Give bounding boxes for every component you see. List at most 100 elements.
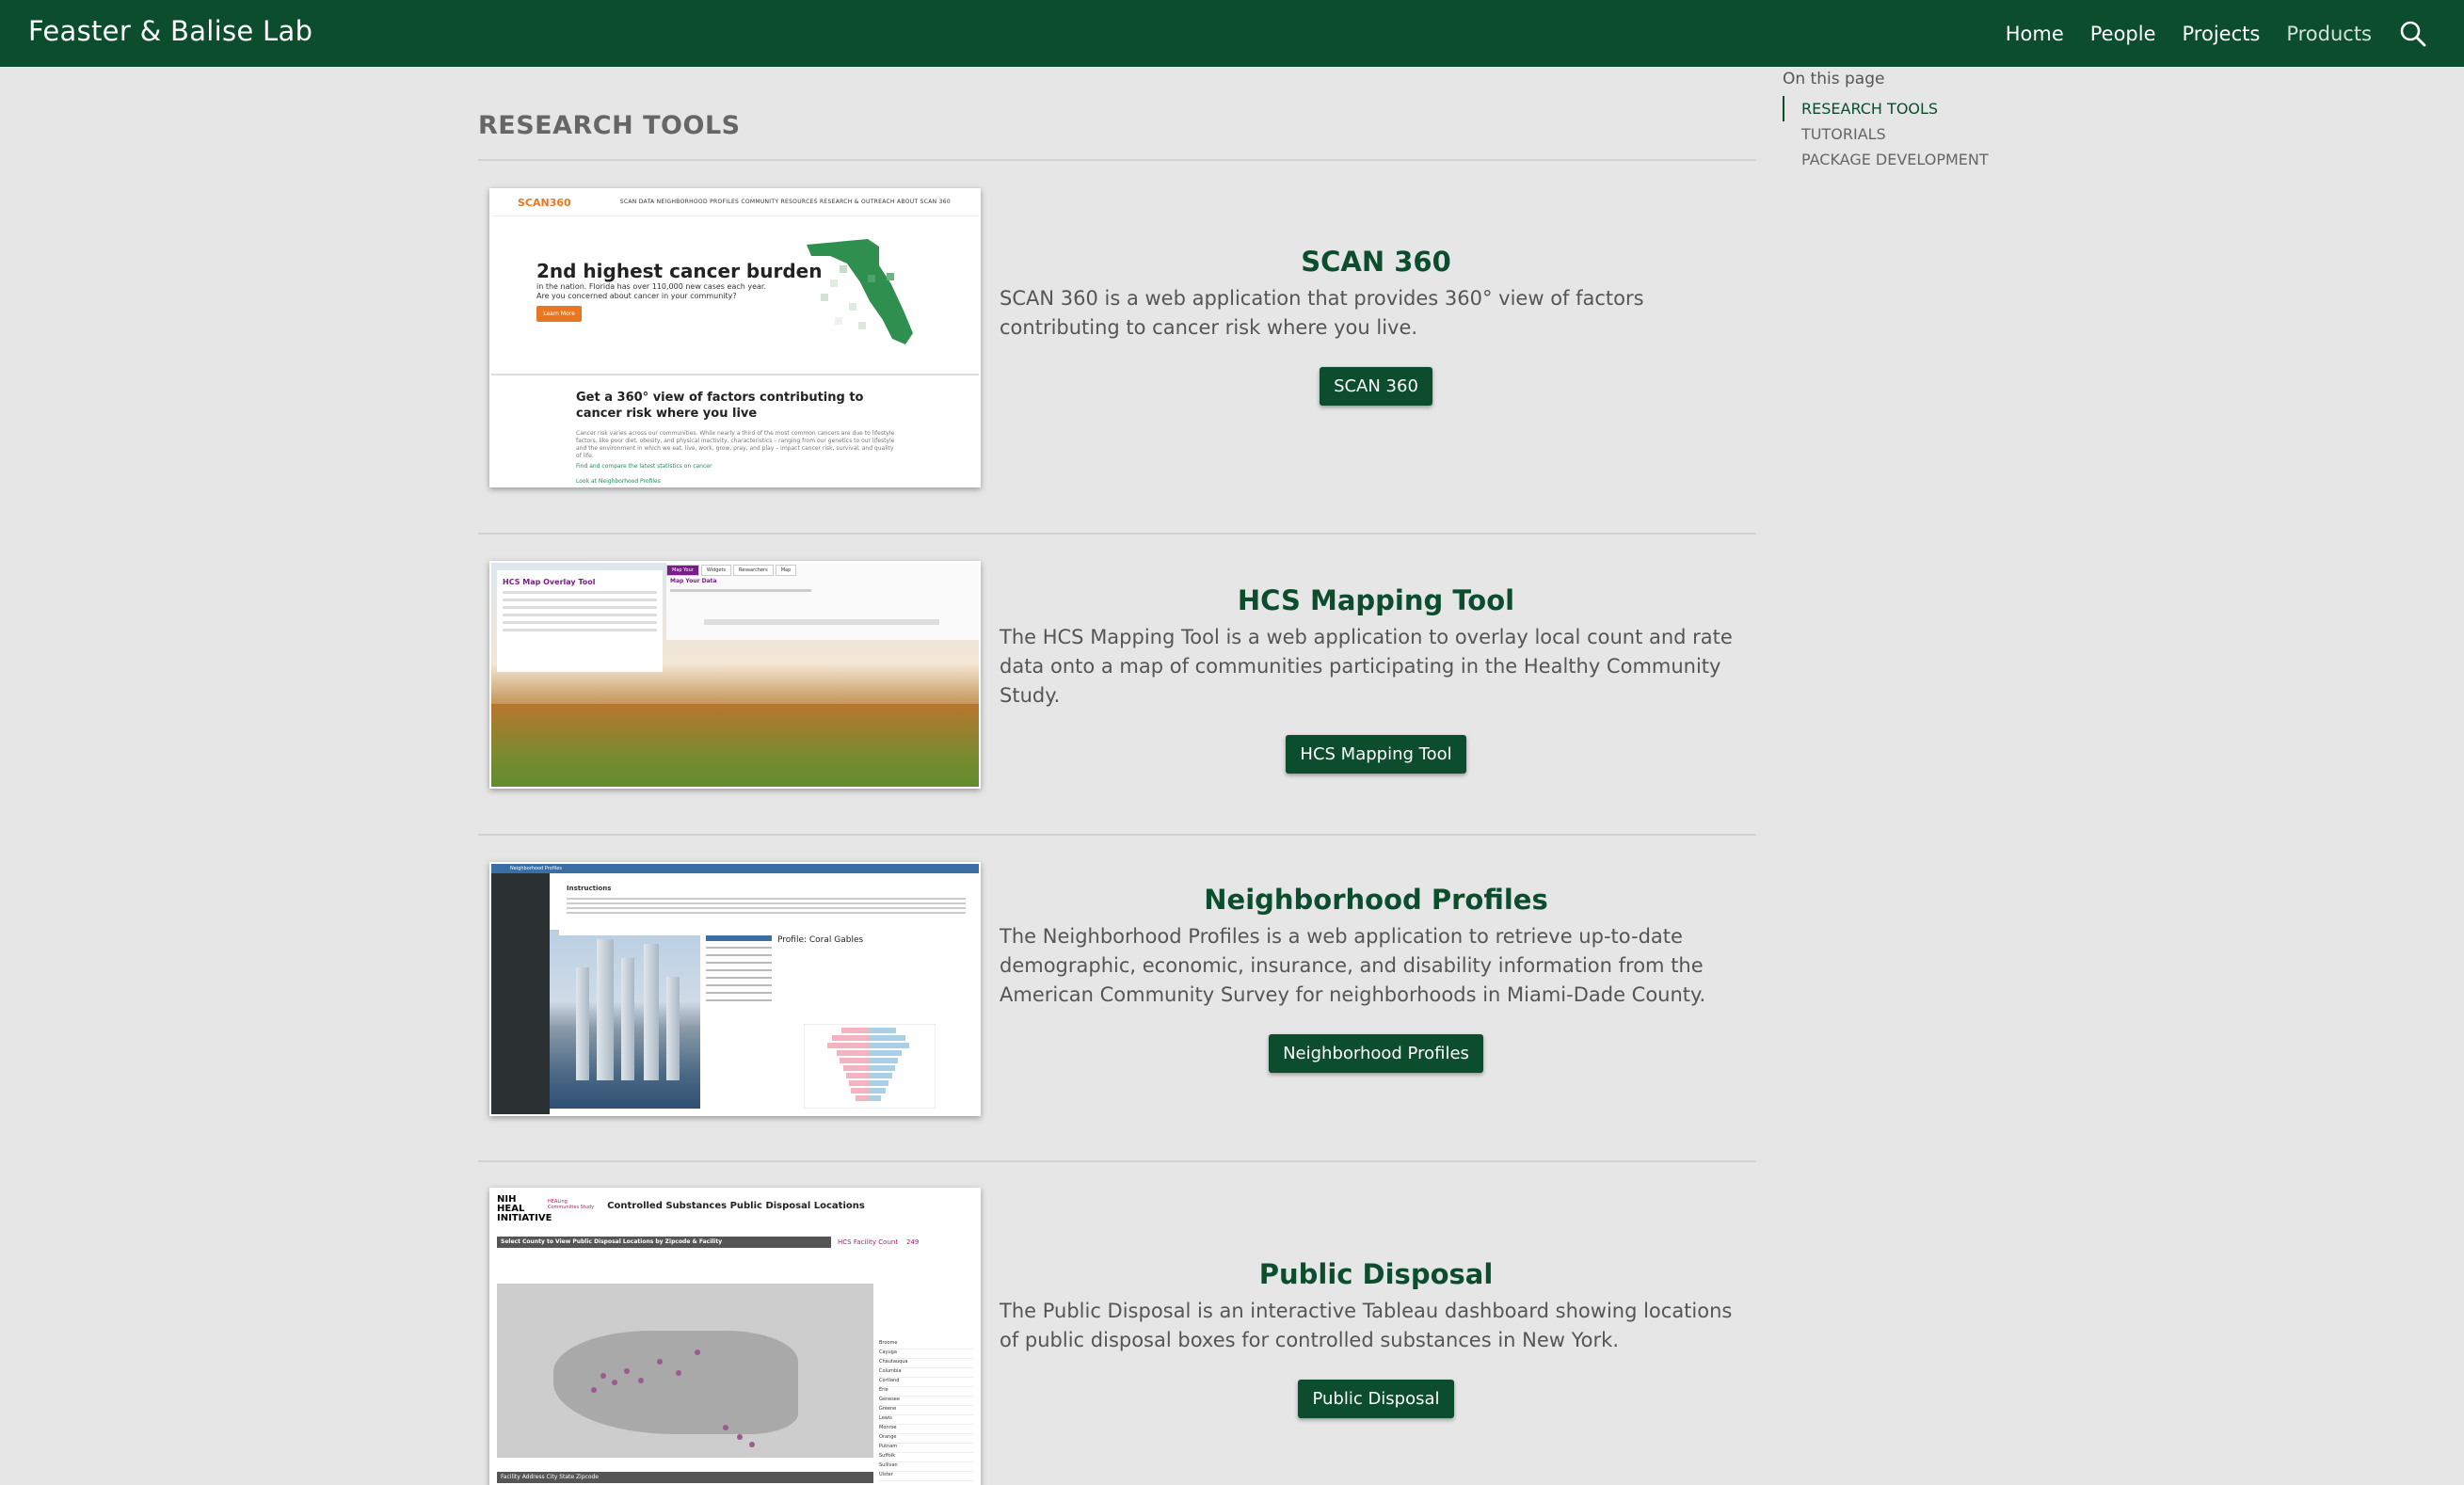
map-dot	[600, 1373, 606, 1379]
hcs-card-body: HCS Mapping Tool The HCS Mapping Tool is…	[1000, 583, 1752, 774]
nav-products-link[interactable]: Products	[2286, 23, 2372, 45]
site-brand-link[interactable]: Feaster & Balise Lab	[28, 15, 312, 47]
thumb-nav-links: SCAN DATA NEIGHBORHOOD PROFILES COMMUNIT…	[619, 199, 951, 205]
thumb-map-header: Map Your Data	[670, 578, 717, 584]
thumb-line	[706, 947, 772, 949]
county-row: Erie	[879, 1387, 973, 1397]
thumb-line	[503, 606, 657, 609]
thumb-header: NIH HEAL INITIATIVE HEALing Communities …	[491, 1190, 979, 1231]
county-row: Chautauqua	[879, 1359, 973, 1368]
neighborhood-card-body: Neighborhood Profiles The Neighborhood P…	[1000, 883, 1752, 1073]
hcs-mapping-screenshot[interactable]: Map Your Data Map Your Widgets Researche…	[489, 561, 981, 789]
map-dot	[723, 1425, 728, 1430]
county-row: Cayuga	[879, 1349, 973, 1359]
neighborhood-profiles-screenshot[interactable]: Neighborhood Profiles Instructions Profi…	[489, 862, 981, 1116]
toc-item-package-development[interactable]: PACKAGE DEVELOPMENT	[1784, 147, 1989, 172]
thumb-line	[706, 954, 772, 956]
thumb-line	[706, 977, 772, 979]
thumb-nav: SCAN360 SCAN DATA NEIGHBORHOOD PROFILES …	[491, 190, 979, 216]
county-row: Suffolk	[879, 1453, 973, 1462]
map-dot	[624, 1368, 630, 1374]
thumb-instructions-title: Instructions	[567, 885, 612, 892]
thumb-tab: Map Your	[666, 565, 699, 576]
thumb-line	[567, 912, 966, 914]
tool-card-neighborhood-profiles: Neighborhood Profiles Instructions Profi…	[478, 862, 1756, 1118]
thumb-tower	[576, 967, 589, 1080]
map-dot	[612, 1380, 617, 1385]
county-row: Lewis	[879, 1415, 973, 1425]
thumb-table-header: Facility Address City State Zipcode	[497, 1472, 873, 1483]
tool-card-scan360: SCAN360 SCAN DATA NEIGHBORHOOD PROFILES …	[478, 186, 1756, 489]
nav-projects-link[interactable]: Projects	[2183, 23, 2261, 45]
thumb-count-label: HCS Facility Count	[838, 1238, 899, 1246]
population-pyramid-graphic	[804, 1024, 936, 1109]
top-navbar: Feaster & Balise Lab Home People Project…	[0, 0, 2464, 67]
thumb-select-bar: Select County to View Public Disposal Lo…	[497, 1237, 831, 1248]
tool-title: Public Disposal	[1258, 1258, 1494, 1290]
nih-heal-logo: NIH HEAL INITIATIVE	[497, 1194, 552, 1223]
thumb-profile-title: Profile: Coral Gables	[777, 935, 864, 945]
map-dot	[737, 1434, 743, 1440]
section-divider	[478, 159, 1756, 161]
map-dot	[591, 1387, 597, 1393]
public-disposal-card-body: Public Disposal The Public Disposal is a…	[1000, 1257, 1752, 1418]
thumb-tab: Widgets	[700, 565, 732, 576]
tool-description: The Neighborhood Profiles is a web appli…	[1000, 925, 1706, 1006]
thumb-line	[567, 907, 966, 909]
toc-title: On this page	[1783, 70, 1885, 88]
thumb-line	[503, 629, 657, 631]
thumb-line	[567, 898, 966, 900]
thumb-tower	[621, 958, 634, 1080]
county-row: Monroe	[879, 1425, 973, 1434]
county-row: Cortland	[879, 1378, 973, 1387]
toc-item-tutorials[interactable]: TUTORIALS	[1784, 121, 1989, 147]
thumb-body: Cancer risk varies across our communitie…	[576, 430, 895, 459]
card-divider	[478, 834, 1756, 836]
county-row: Greene	[879, 1406, 973, 1415]
thumb-headline: 2nd highest cancer burden	[536, 260, 823, 282]
county-row: Putnam	[879, 1444, 973, 1453]
thumb-line	[706, 935, 772, 941]
toc-list: RESEARCH TOOLS TUTORIALS PACKAGE DEVELOP…	[1783, 96, 1989, 172]
tool-card-hcs-mapping: Map Your Data Map Your Widgets Researche…	[478, 561, 1756, 790]
thumb-tabs: Map Your Widgets Researchers Map	[666, 565, 798, 576]
hcs-mapping-button[interactable]: HCS Mapping Tool	[1286, 735, 1466, 774]
search-icon[interactable]	[2398, 19, 2428, 49]
tool-description: The Public Disposal is an interactive Ta…	[1000, 1300, 1733, 1351]
county-row: Columbia	[879, 1368, 973, 1378]
thumb-line	[503, 599, 657, 601]
map-dot	[638, 1378, 644, 1383]
nav-people-link[interactable]: People	[2090, 23, 2156, 45]
landscape-hills	[491, 704, 979, 787]
public-disposal-screenshot[interactable]: NIH HEAL INITIATIVE HEALing Communities …	[489, 1188, 981, 1485]
card-divider	[478, 1160, 1756, 1162]
thumb-line	[503, 614, 657, 616]
county-row: Sullivan	[879, 1462, 973, 1472]
scan360-screenshot[interactable]: SCAN360 SCAN DATA NEIGHBORHOOD PROFILES …	[489, 188, 981, 487]
section-title: RESEARCH TOOLS	[478, 111, 741, 140]
toc-item-research-tools[interactable]: RESEARCH TOOLS	[1783, 96, 1989, 121]
thumb-line	[706, 984, 772, 986]
map-dot	[676, 1370, 681, 1376]
tool-title: Neighborhood Profiles	[1204, 884, 1548, 916]
neighborhood-profiles-button[interactable]: Neighborhood Profiles	[1269, 1034, 1483, 1073]
tool-title: SCAN 360	[1301, 246, 1451, 278]
tool-title: HCS Mapping Tool	[1237, 584, 1515, 616]
thumb-link1: Find and compare the latest statistics o…	[576, 463, 712, 470]
map-dot	[695, 1349, 700, 1355]
county-row: Broome	[879, 1340, 973, 1349]
thumb-count-value: 249	[905, 1238, 920, 1246]
thumb-link2: Look at Neighborhood Profiles	[576, 478, 661, 485]
florida-map-graphic	[807, 239, 913, 344]
thumb-profile-menu	[704, 930, 774, 1114]
on-this-page-toc: On this page RESEARCH TOOLS TUTORIALS PA…	[1783, 70, 1989, 172]
nav-home-link[interactable]: Home	[2006, 23, 2064, 45]
hcs-logo-text: HEALing Communities Study	[548, 1199, 595, 1210]
public-disposal-button[interactable]: Public Disposal	[1298, 1380, 1454, 1418]
scan360-button[interactable]: SCAN 360	[1320, 367, 1432, 406]
thumb-line	[503, 621, 657, 624]
map-dot	[657, 1359, 663, 1365]
thumb-subtext: in the nation. Florida has over 110,000 …	[536, 282, 767, 300]
thumb-line	[704, 619, 939, 625]
tool-description: The HCS Mapping Tool is a web applicatio…	[1000, 626, 1733, 707]
